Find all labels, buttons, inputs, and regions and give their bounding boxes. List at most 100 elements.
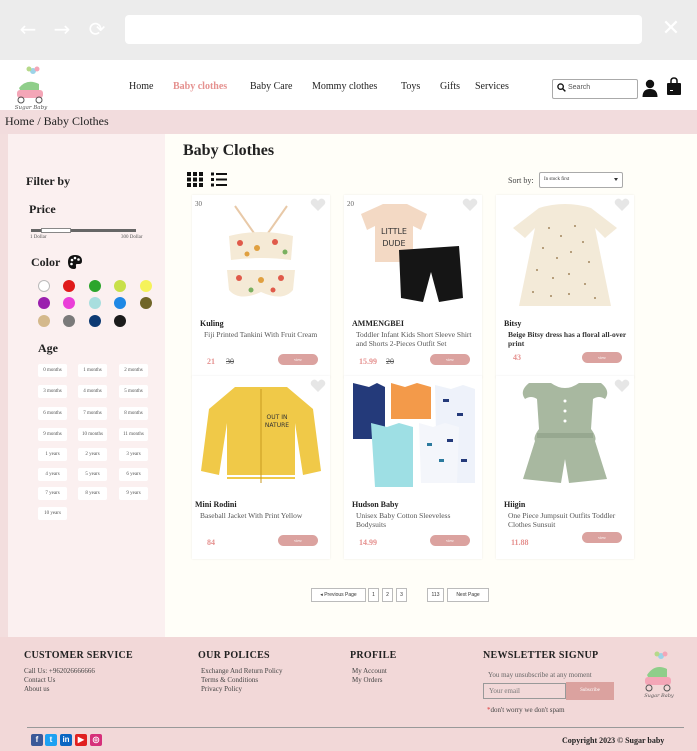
age-chip[interactable]: 4 years — [38, 468, 67, 481]
heart-icon[interactable] — [310, 379, 326, 393]
search-input[interactable]: Search — [552, 79, 638, 99]
color-swatch[interactable] — [89, 280, 101, 292]
footer-orders-link[interactable]: My Orders — [352, 676, 383, 684]
age-chip[interactable]: 3 months — [38, 385, 67, 398]
age-chip[interactable]: 2 months — [119, 364, 148, 377]
color-swatch[interactable] — [89, 297, 101, 309]
color-swatch[interactable] — [89, 315, 101, 327]
color-swatch[interactable] — [38, 280, 50, 292]
site-logo[interactable]: Sugar Baby — [9, 66, 53, 111]
age-chip[interactable]: 2 years — [78, 448, 107, 461]
product-name[interactable]: One Piece Jumpsuit Outfits Toddler Cloth… — [508, 511, 628, 529]
nav-item-mommy-clothes[interactable]: Mommy clothes — [312, 81, 377, 92]
age-chip[interactable]: 5 months — [119, 385, 148, 398]
view-button[interactable]: view — [582, 532, 622, 543]
age-chip[interactable]: 4 months — [78, 385, 107, 398]
next-page-button[interactable]: Next Page — [447, 588, 489, 602]
view-button[interactable]: view — [278, 535, 318, 546]
color-swatch[interactable] — [114, 280, 126, 292]
footer-logo[interactable]: Sugar Baby — [641, 651, 677, 699]
age-chip[interactable]: 11 months — [119, 428, 148, 441]
heart-icon[interactable] — [614, 198, 630, 212]
view-button[interactable]: view — [278, 354, 318, 365]
heart-icon[interactable] — [462, 198, 478, 212]
back-arrow-icon[interactable]: ← — [17, 18, 39, 40]
product-card[interactable]: LITTLE DUDE 20 AMMENGBEI Toddler Infant … — [344, 195, 482, 378]
heart-icon[interactable] — [614, 379, 630, 393]
color-swatch[interactable] — [38, 297, 50, 309]
color-swatch[interactable] — [63, 280, 75, 292]
grid-view-icon[interactable] — [187, 172, 203, 187]
forward-arrow-icon[interactable]: → — [51, 18, 73, 40]
facebook-icon[interactable]: f — [31, 734, 43, 746]
page-3-button[interactable]: 3 — [396, 588, 407, 602]
age-chip[interactable]: 1 months — [78, 364, 107, 377]
age-chip[interactable]: 0 months — [38, 364, 67, 377]
sort-select[interactable]: In stock first — [539, 172, 623, 188]
color-swatch[interactable] — [114, 315, 126, 327]
twitter-icon[interactable]: t — [45, 734, 57, 746]
view-button[interactable]: view — [430, 535, 470, 546]
age-chip[interactable]: 6 months — [38, 407, 67, 420]
footer-terms-link[interactable]: Terms & Conditions — [201, 676, 258, 684]
price-slider-handle[interactable] — [41, 228, 71, 233]
color-swatch[interactable] — [63, 315, 75, 327]
list-view-icon[interactable] — [211, 172, 227, 187]
product-name[interactable]: Toddler Infant Kids Short Sleeve Shirt a… — [356, 330, 476, 348]
footer-privacy-link[interactable]: Privacy Policy — [201, 685, 242, 693]
age-chip[interactable]: 6 years — [119, 468, 148, 481]
user-icon[interactable] — [642, 79, 658, 97]
footer-account-link[interactable]: My Account — [352, 667, 387, 675]
age-chip[interactable]: 7 years — [38, 487, 67, 500]
product-name[interactable]: Baseball Jacket With Print Yellow — [200, 511, 320, 520]
product-name[interactable]: Unisex Baby Cotton Sleeveless Bodysuits — [356, 511, 476, 529]
age-chip[interactable]: 1 years — [38, 448, 67, 461]
product-name[interactable]: Beige Bitsy dress has a floral all-over … — [508, 330, 628, 348]
heart-icon[interactable] — [310, 198, 326, 212]
breadcrumb[interactable]: Home / Baby Clothes — [0, 110, 697, 134]
color-swatch[interactable] — [114, 297, 126, 309]
shopping-bag-icon[interactable] — [666, 77, 682, 96]
nav-item-gifts[interactable]: Gifts — [440, 81, 460, 92]
linkedin-icon[interactable]: in — [60, 734, 72, 746]
color-swatch[interactable] — [38, 315, 50, 327]
product-card[interactable]: OUT IN NATURE Mini Rodini Baseball Jacke… — [192, 376, 330, 559]
product-card[interactable]: Hudson Baby Unisex Baby Cotton Sleeveles… — [344, 376, 482, 559]
close-icon[interactable]: ✕ — [660, 17, 682, 41]
previous-page-button[interactable]: ◂ Previous Page — [311, 588, 366, 602]
subscribe-button[interactable]: Subscribe — [566, 682, 614, 700]
product-card[interactable]: 30 Kuling Fiji Printed Tankini With Frui… — [192, 195, 330, 378]
page-2-button[interactable]: 2 — [382, 588, 393, 602]
reload-icon[interactable]: ⟳ — [86, 18, 108, 40]
age-chip[interactable]: 7 months — [78, 407, 107, 420]
color-swatch[interactable] — [140, 297, 152, 309]
footer-about-link[interactable]: About us — [24, 685, 49, 693]
age-chip[interactable]: 10 years — [38, 507, 67, 520]
price-slider[interactable] — [31, 228, 136, 233]
color-swatch[interactable] — [63, 297, 75, 309]
product-name[interactable]: Fiji Printed Tankini With Fruit Cream — [204, 330, 324, 339]
newsletter-email-input[interactable]: Your email — [483, 683, 566, 699]
last-page-button[interactable]: 113 — [427, 588, 444, 602]
age-chip[interactable]: 8 months — [119, 407, 148, 420]
age-chip[interactable]: 9 years — [119, 487, 148, 500]
address-bar[interactable] — [125, 15, 642, 44]
page-1-button[interactable]: 1 — [368, 588, 379, 602]
age-chip[interactable]: 9 months — [38, 428, 67, 441]
product-card[interactable]: Bitsy Beige Bitsy dress has a floral all… — [496, 195, 634, 378]
age-chip[interactable]: 10 months — [78, 428, 107, 441]
color-swatch[interactable] — [140, 280, 152, 292]
age-chip[interactable]: 8 years — [78, 487, 107, 500]
age-chip[interactable]: 5 years — [78, 468, 107, 481]
age-chip[interactable]: 3 years — [119, 448, 148, 461]
nav-item-baby-clothes[interactable]: Baby clothes — [173, 81, 227, 92]
product-card[interactable]: Hiigin One Piece Jumpsuit Outfits Toddle… — [496, 376, 634, 559]
instagram-icon[interactable]: ◎ — [90, 734, 102, 746]
footer-exchange-link[interactable]: Exchange And Return Policy — [201, 667, 282, 675]
nav-item-services[interactable]: Services — [475, 81, 509, 92]
footer-phone-link[interactable]: Call Us: +962026666666 — [24, 667, 95, 675]
nav-item-home[interactable]: Home — [129, 81, 153, 92]
footer-contact-link[interactable]: Contact Us — [24, 676, 55, 684]
view-button[interactable]: view — [582, 352, 622, 363]
nav-item-baby-care[interactable]: Baby Care — [250, 81, 293, 92]
